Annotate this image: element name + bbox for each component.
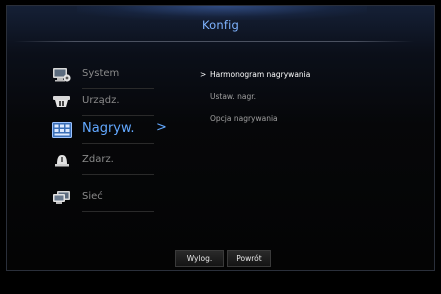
camera-dome-icon bbox=[52, 94, 72, 110]
submenu-marker: > bbox=[200, 70, 207, 79]
footer-buttons: Wylog. Powrót bbox=[0, 250, 441, 268]
event-alarm-icon bbox=[52, 153, 72, 169]
submenu-item-label: Opcja nagrywania bbox=[210, 114, 278, 123]
screen: Konfig System Urządz. Nagryw. > Zdarz. S… bbox=[0, 0, 441, 294]
menu-divider bbox=[82, 88, 154, 89]
sidebar-item-label: Urządz. bbox=[82, 95, 120, 106]
chevron-right-icon: > bbox=[156, 120, 167, 135]
sidebar-item-label: Nagryw. bbox=[82, 121, 135, 136]
submenu-item-record-option[interactable]: Opcja nagrywania bbox=[210, 114, 278, 123]
monitor-gear-icon bbox=[52, 67, 72, 83]
logout-button[interactable]: Wylog. bbox=[175, 250, 224, 267]
submenu-item-label: Ustaw. nagr. bbox=[210, 92, 257, 101]
menu-divider bbox=[82, 143, 154, 144]
sidebar-item-record[interactable]: Nagryw. > bbox=[52, 118, 167, 144]
sidebar-item-label: System bbox=[82, 68, 120, 79]
menu-divider bbox=[82, 211, 154, 212]
menu-divider bbox=[82, 174, 154, 175]
sidebar-item-label: Sieć bbox=[82, 191, 103, 202]
sidebar-item-system[interactable]: System bbox=[52, 63, 160, 89]
submenu-item-record-setup[interactable]: Ustaw. nagr. bbox=[210, 92, 256, 101]
recording-grid-icon bbox=[52, 122, 72, 138]
submenu-item-schedule[interactable]: > Harmonogram nagrywania bbox=[200, 70, 310, 79]
page-title: Konfig bbox=[201, 18, 240, 32]
sidebar-item-label: Zdarz. bbox=[82, 154, 114, 165]
network-monitor-icon bbox=[52, 190, 72, 206]
title-divider bbox=[14, 41, 414, 42]
sidebar-item-network[interactable]: Sieć bbox=[52, 186, 160, 212]
sidebar-item-event[interactable]: Zdarz. bbox=[52, 149, 160, 175]
menu-divider bbox=[82, 115, 154, 116]
back-button[interactable]: Powrót bbox=[227, 250, 271, 267]
submenu-item-label: Harmonogram nagrywania bbox=[210, 70, 311, 79]
sidebar-item-device[interactable]: Urządz. bbox=[52, 90, 160, 116]
